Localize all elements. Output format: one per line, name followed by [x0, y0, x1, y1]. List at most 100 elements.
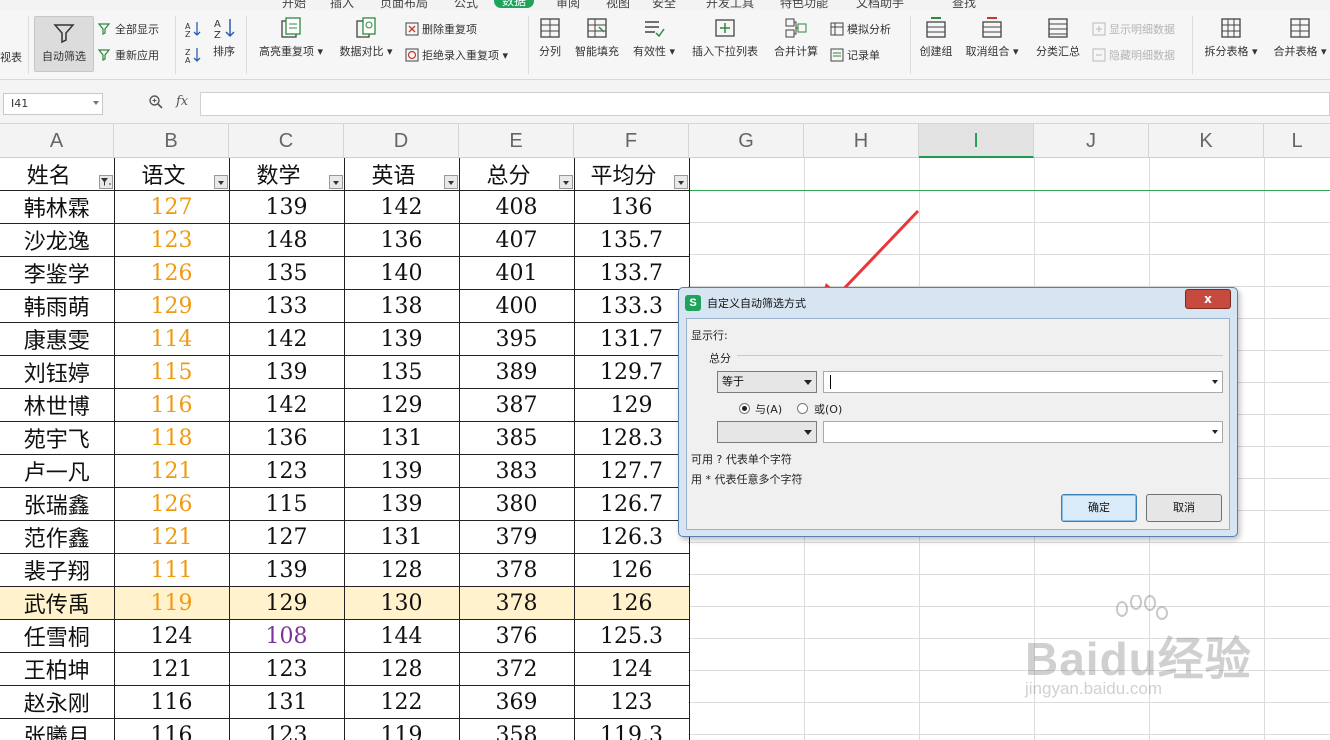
table-cell[interactable]: 126: [113, 487, 230, 521]
column-header-e[interactable]: E: [459, 124, 574, 158]
column-header-b[interactable]: B: [114, 124, 229, 158]
table-cell[interactable]: 116: [113, 685, 230, 719]
table-cell[interactable]: 148: [228, 223, 345, 257]
table-cell[interactable]: 135: [343, 355, 460, 389]
table-cell[interactable]: 121: [113, 652, 230, 686]
table-cell[interactable]: 任雪桐: [0, 619, 115, 653]
tab-data[interactable]: 数据: [494, 0, 535, 8]
table-cell[interactable]: 378: [458, 553, 575, 587]
table-cell[interactable]: 142: [343, 190, 460, 224]
table-cell[interactable]: 119: [343, 718, 460, 740]
tab-formula[interactable]: 公式: [454, 0, 478, 10]
record-sheet-button[interactable]: 记录单: [830, 47, 880, 65]
table-cell[interactable]: 131: [343, 520, 460, 554]
column-header-cell[interactable]: 数学: [228, 158, 345, 191]
filter-dropdown-icon[interactable]: [328, 175, 343, 189]
table-cell[interactable]: 121: [113, 454, 230, 488]
table-cell[interactable]: 142: [228, 388, 345, 422]
show-all-button[interactable]: 全部显示: [98, 21, 159, 39]
tab-doc-assistant[interactable]: 文档助手: [856, 0, 904, 10]
column-header-l[interactable]: L: [1264, 124, 1330, 158]
table-cell[interactable]: 108: [228, 619, 345, 653]
table-cell[interactable]: 139: [228, 553, 345, 587]
table-row[interactable]: 卢一凡 121 123 139 383 127.7: [0, 454, 690, 488]
hide-detail-button[interactable]: 隐藏明细数据: [1092, 47, 1175, 65]
cancel-button[interactable]: 取消: [1146, 494, 1222, 522]
sort-button[interactable]: AZ 排序: [208, 16, 240, 59]
table-cell[interactable]: 张曦月: [0, 718, 115, 740]
table-cell[interactable]: 358: [458, 718, 575, 740]
tab-developer[interactable]: 开发工具: [706, 0, 754, 10]
show-detail-button[interactable]: 显示明细数据: [1092, 21, 1175, 39]
table-cell[interactable]: 124: [113, 619, 230, 653]
table-cell[interactable]: 401: [458, 256, 575, 290]
table-cell[interactable]: 128: [343, 652, 460, 686]
table-cell[interactable]: 123: [573, 685, 690, 719]
table-cell[interactable]: 武传禹: [0, 586, 115, 620]
table-row[interactable]: 裴子翔 111 139 128 378 126: [0, 553, 690, 587]
table-row[interactable]: 苑宇飞 118 136 131 385 128.3: [0, 421, 690, 455]
close-button[interactable]: x: [1185, 289, 1231, 309]
table-cell[interactable]: 135: [228, 256, 345, 290]
table-row[interactable]: 沙龙逸 123 148 136 407 135.7: [0, 223, 690, 257]
table-cell[interactable]: 沙龙逸: [0, 223, 115, 257]
table-cell[interactable]: 140: [343, 256, 460, 290]
filter-active-icon[interactable]: [98, 175, 113, 189]
table-cell[interactable]: 378: [458, 586, 575, 620]
table-row[interactable]: 范作鑫 121 127 131 379 126.3: [0, 520, 690, 554]
table-cell[interactable]: 123: [228, 454, 345, 488]
table-row[interactable]: 任雪桐 124 108 144 376 125.3: [0, 619, 690, 653]
table-cell[interactable]: 136: [573, 190, 690, 224]
table-cell[interactable]: 张瑞鑫: [0, 487, 115, 521]
table-cell[interactable]: 128.3: [573, 421, 690, 455]
filter-dropdown-icon[interactable]: [558, 175, 573, 189]
table-row[interactable]: 张瑞鑫 126 115 139 380 126.7: [0, 487, 690, 521]
column-header-a[interactable]: A: [0, 124, 114, 158]
table-row[interactable]: 刘钰婷 115 139 135 389 129.7: [0, 355, 690, 389]
column-header-d[interactable]: D: [344, 124, 459, 158]
table-cell[interactable]: 383: [458, 454, 575, 488]
table-cell[interactable]: 114: [113, 322, 230, 356]
table-cell[interactable]: 119.3: [573, 718, 690, 740]
table-cell[interactable]: 131: [228, 685, 345, 719]
table-cell[interactable]: 400: [458, 289, 575, 323]
table-cell[interactable]: 126: [573, 553, 690, 587]
table-cell[interactable]: 369: [458, 685, 575, 719]
column-header-k[interactable]: K: [1149, 124, 1264, 158]
reject-duplicates-button[interactable]: 拒绝录入重复项 ▾: [405, 47, 508, 65]
table-cell[interactable]: 133.3: [573, 289, 690, 323]
data-compare-button[interactable]: 数据对比 ▾: [335, 16, 397, 59]
column-header-j[interactable]: J: [1034, 124, 1149, 158]
table-cell[interactable]: 韩林霖: [0, 190, 115, 224]
table-row[interactable]: 张曦月 116 123 119 358 119.3: [0, 718, 690, 740]
table-cell[interactable]: 119: [113, 586, 230, 620]
delete-duplicates-button[interactable]: 删除重复项: [405, 21, 477, 39]
table-cell[interactable]: 136: [343, 223, 460, 257]
table-cell[interactable]: 127: [113, 190, 230, 224]
ok-button[interactable]: 确定: [1061, 494, 1137, 522]
table-cell[interactable]: 123: [228, 652, 345, 686]
table-row[interactable]: 韩林霖 127 139 142 408 136: [0, 190, 690, 224]
table-cell[interactable]: 129: [113, 289, 230, 323]
table-cell[interactable]: 129.7: [573, 355, 690, 389]
table-row[interactable]: 王柏坤 121 123 128 372 124: [0, 652, 690, 686]
table-cell[interactable]: 128: [343, 553, 460, 587]
tab-security[interactable]: 安全: [652, 0, 676, 10]
table-cell[interactable]: 121: [113, 520, 230, 554]
table-cell[interactable]: 389: [458, 355, 575, 389]
name-box[interactable]: I41: [3, 93, 103, 115]
table-cell[interactable]: 王柏坤: [0, 652, 115, 686]
or-radio-label[interactable]: 或(O): [814, 401, 842, 417]
value1-input[interactable]: [823, 371, 1223, 393]
dialog-title-bar[interactable]: S 自定义自动筛选方式 x: [679, 288, 1237, 318]
table-cell[interactable]: 387: [458, 388, 575, 422]
table-cell[interactable]: 380: [458, 487, 575, 521]
table-cell[interactable]: 122: [343, 685, 460, 719]
table-cell[interactable]: 126.3: [573, 520, 690, 554]
column-header-cell[interactable]: 平均分: [573, 158, 690, 191]
table-cell[interactable]: 韩雨萌: [0, 289, 115, 323]
tab-page-layout[interactable]: 页面布局: [380, 0, 428, 10]
table-cell[interactable]: 133: [228, 289, 345, 323]
table-row[interactable]: 康惠雯 114 142 139 395 131.7: [0, 322, 690, 356]
table-cell[interactable]: 裴子翔: [0, 553, 115, 587]
